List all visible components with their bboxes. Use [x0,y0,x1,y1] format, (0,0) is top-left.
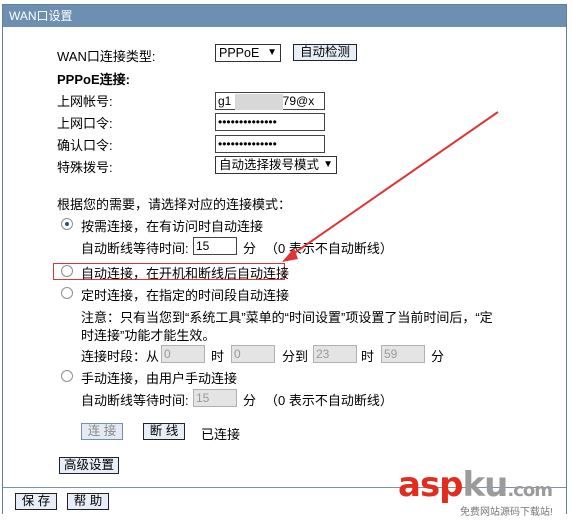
watermark-logo: aspku.com [398,465,553,505]
watermark-com: .com [507,480,553,501]
watermark-asp: asp [398,465,464,505]
watermark-subtitle: 免费网站源码下载站! [460,507,553,518]
annotation-arrow [282,111,499,262]
watermark-ku: ku [462,465,509,505]
arrow-head [282,248,298,262]
arrow-line [289,111,499,257]
